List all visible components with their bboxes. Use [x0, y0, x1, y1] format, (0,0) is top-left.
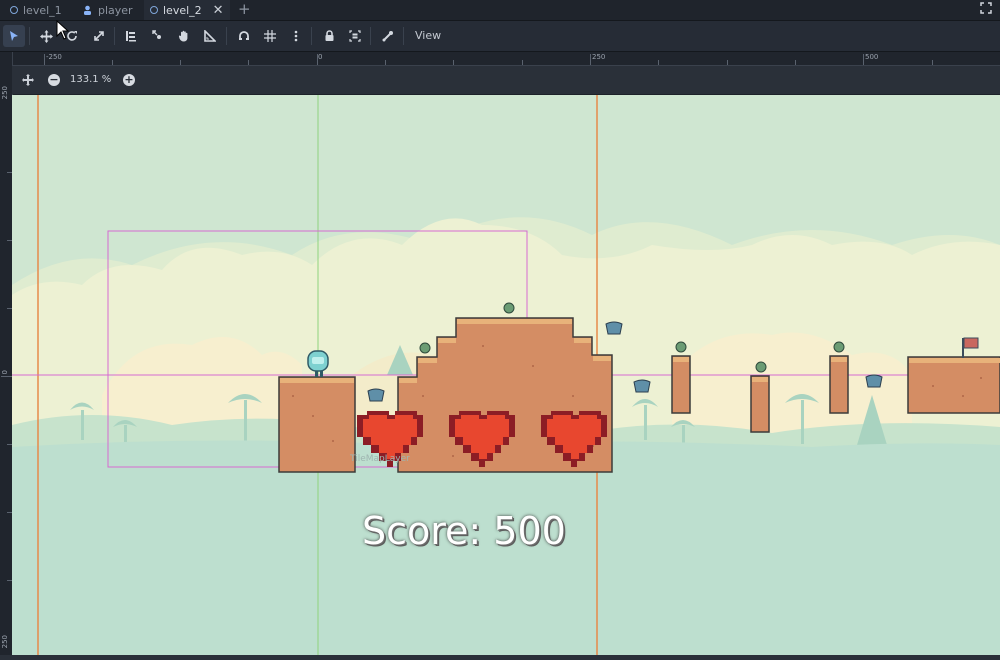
zoom-out-button[interactable]: − — [48, 74, 60, 86]
ruler-label: 250 — [1, 86, 9, 100]
grid-snap-button[interactable] — [259, 25, 281, 47]
ruler-label: 250 — [1, 635, 9, 649]
group-button[interactable] — [344, 25, 366, 47]
pivot-tool-icon — [152, 30, 161, 39]
move-tool-button[interactable] — [35, 25, 57, 47]
tab-label: level_2 — [163, 3, 202, 17]
score-label: Score: 500 — [362, 509, 566, 553]
ruler-label: 0 — [1, 370, 9, 375]
tab-label: level_1 — [23, 3, 62, 17]
skeleton-button[interactable] — [377, 25, 399, 47]
lock-icon — [325, 30, 333, 41]
more-options-icon — [294, 30, 298, 42]
scene-ring-icon — [10, 6, 18, 14]
close-icon[interactable]: ✕ — [213, 3, 224, 18]
ruler-label: 0 — [318, 53, 323, 61]
view-menu-button[interactable]: View — [410, 25, 446, 47]
pan-tool-icon — [178, 30, 188, 42]
ruler-tool-button[interactable] — [199, 25, 221, 47]
mouse-cursor-icon — [56, 20, 70, 40]
ruler-label: 250 — [592, 53, 606, 61]
pan-tool-button[interactable] — [173, 25, 195, 47]
tab-level-1[interactable]: level_1 — [4, 0, 74, 20]
tab-player[interactable]: player — [76, 0, 144, 20]
canvas-viewport[interactable]: TileMapLayer Score: 500 — [12, 95, 1000, 655]
game-scene — [12, 95, 1000, 655]
zoom-level-readout[interactable]: 133.1 % — [70, 74, 111, 85]
canvas-toolbar: View — [0, 21, 1000, 52]
center-view-icon[interactable] — [22, 74, 34, 89]
smart-snap-button[interactable] — [233, 25, 255, 47]
scale-tool-icon — [94, 31, 104, 41]
tab-label: player — [98, 3, 133, 17]
grid-snap-icon — [264, 30, 276, 42]
add-tab-button[interactable]: + — [238, 0, 251, 20]
scale-tool-button[interactable] — [88, 25, 110, 47]
group-icon — [349, 30, 361, 42]
smart-snap-icon — [239, 31, 249, 40]
distraction-free-icon[interactable] — [980, 2, 992, 16]
tab-level-2[interactable]: level_2 ✕ — [144, 0, 230, 20]
move-tool-icon — [39, 29, 53, 43]
ruler-label: -250 — [46, 53, 62, 61]
ruler-label: 500 — [865, 53, 879, 61]
skeleton-icon — [382, 31, 393, 42]
scene-ring-icon — [150, 6, 158, 14]
more-options-button[interactable] — [285, 25, 307, 47]
node-name-label: TileMapLayer — [350, 454, 410, 464]
ruler-tool-icon — [204, 30, 216, 42]
pivot-tool-button[interactable] — [147, 25, 169, 47]
select-tool-icon — [10, 31, 18, 41]
horizontal-ruler[interactable]: -250 0 250 500 — [12, 52, 1000, 66]
list-select-button[interactable] — [120, 25, 142, 47]
select-tool-button[interactable] — [3, 25, 25, 47]
list-select-icon — [126, 31, 136, 42]
scene-tab-bar: level_1 player level_2 ✕ + — [0, 0, 1000, 21]
viewport-bottom-edge — [0, 655, 1000, 660]
character-icon — [84, 5, 91, 15]
zoom-in-button[interactable]: + — [123, 74, 135, 86]
zoom-bar: − 133.1 % + — [12, 66, 1000, 94]
lock-button[interactable] — [318, 25, 340, 47]
